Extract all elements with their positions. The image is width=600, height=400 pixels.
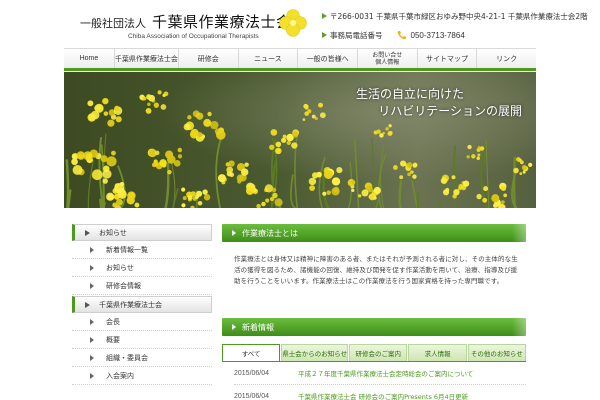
sidebar-heading-label: お知らせ [99, 228, 127, 237]
sidebar-item-label: 概要 [106, 335, 120, 344]
nav-item-contact[interactable]: お問い合せ 個人情報 [358, 49, 418, 68]
news-link[interactable]: 平成２７年度千葉県作業療法士会定時総会のご案内について [298, 368, 473, 378]
tab-all[interactable]: すべて [222, 344, 281, 361]
arrow-right-icon [90, 373, 94, 379]
clover-logo-icon[interactable] [278, 8, 308, 38]
news-date: 2015/06/04 [234, 369, 270, 377]
page: 一般社団法人 千葉県作業療法士会 Chiba Association of Oc… [64, 0, 588, 400]
heading-arrow-icon [232, 324, 236, 330]
nav-item-public[interactable]: 一般の皆様へ [298, 49, 358, 68]
about-description: 作業療法とは身体又は精神に障害のある者、またはそれが予測される者に対し、その主体… [234, 255, 518, 285]
heading-arrow-icon [85, 302, 90, 308]
address-text: 〒266-0031 千葉県千葉市緑区おゆみ野中央4-21-1 千葉県作業療法士会… [330, 11, 588, 21]
nav-contact-line1: お問い合せ [372, 51, 403, 59]
hero-banner: 生活の自立に向けた リハビリテーションの展開 [64, 72, 536, 208]
global-nav: Home 千葉県作業療法士会 研修会 ニュース 一般の皆様へ お問い合せ 個人情… [64, 48, 536, 71]
arrow-right-icon [90, 247, 94, 253]
hero-line2: リハビリテーションの展開 [378, 104, 522, 118]
section-heading-news: 新着情報 [222, 318, 526, 336]
arrow-right-icon [90, 265, 94, 271]
phone-icon [397, 31, 406, 40]
tab-other[interactable]: その他のお知らせ [467, 344, 526, 361]
sidebar-heading-label: 千葉県作業療法士会 [99, 300, 162, 309]
nav-item-association[interactable]: 千葉県作業療法士会 [115, 49, 179, 68]
nav-item-seminars[interactable]: 研修会 [179, 49, 239, 68]
heading-arrow-icon [85, 230, 90, 236]
sidebar-item-seminar-info[interactable]: 研修会情報 [72, 277, 212, 295]
news-link[interactable]: 千葉県作業療法士会 研修会のご案内Presents 6月4日更新 [298, 391, 468, 400]
arrow-right-icon [90, 319, 94, 325]
nav-item-links[interactable]: リンク [477, 49, 536, 68]
org-branding[interactable]: 一般社団法人 千葉県作業療法士会 Chiba Association of Oc… [80, 11, 292, 40]
arrow-right-icon [90, 283, 94, 289]
list-item: 2015/06/04 平成２７年度千葉県作業療法士会定時総会のご案内について [234, 362, 526, 385]
tab-seminars[interactable]: 研修会のご案内 [349, 344, 408, 361]
sidebar-heading-news: お知らせ [72, 224, 212, 241]
news-tabs: すべて 県士会からのお知らせ 研修会のご案内 求人情報 その他のお知らせ [222, 344, 526, 362]
section-heading-about: 作業療法士とは [222, 224, 526, 242]
org-name: 千葉県作業療法士会 [152, 13, 292, 31]
tab-jobs[interactable]: 求人情報 [408, 344, 467, 361]
sidebar-list-association: 会長 概要 組織・委員会 入会案内 [72, 313, 212, 385]
nav-contact-line2: 個人情報 [375, 58, 400, 66]
sidebar-item-overview[interactable]: 概要 [72, 331, 212, 349]
org-name-english: Chiba Association of Occupational Therap… [128, 33, 259, 40]
contact-info: 〒266-0031 千葉県千葉市緑区おゆみ野中央4-21-1 千葉県作業療法士会… [322, 10, 588, 41]
sidebar-item-notices[interactable]: お知らせ [72, 259, 212, 277]
nav-item-sitemap[interactable]: サイトマップ [418, 49, 478, 68]
list-item: 2015/06/04 千葉県作業療法士会 研修会のご案内Presents 6月4… [234, 385, 526, 400]
sidebar: お知らせ 新着情報一覧 お知らせ 研修会情報 千葉県作業療法士会 会長 概要 組… [72, 224, 212, 385]
heading-arrow-icon [232, 230, 236, 236]
section-heading-label: 作業療法士とは [242, 228, 298, 238]
sidebar-item-label: 研修会情報 [106, 281, 141, 290]
org-prefix: 一般社団法人 [80, 17, 146, 30]
address-row: 〒266-0031 千葉県千葉市緑区おゆみ野中央4-21-1 千葉県作業療法士会… [322, 10, 588, 22]
arrow-right-icon [90, 337, 94, 343]
sidebar-item-label: 組織・委員会 [106, 353, 148, 362]
section-heading-label: 新着情報 [242, 322, 274, 332]
tel-number[interactable]: 050-3713-7864 [411, 31, 465, 40]
sidebar-item-label: お知らせ [106, 263, 134, 272]
sidebar-item-president[interactable]: 会長 [72, 313, 212, 331]
news-list: 2015/06/04 平成２７年度千葉県作業療法士会定時総会のご案内について 2… [222, 362, 526, 400]
tab-association-notices[interactable]: 県士会からのお知らせ [281, 344, 349, 361]
sidebar-item-label: 会長 [106, 317, 120, 326]
sidebar-item-organization[interactable]: 組織・委員会 [72, 349, 212, 367]
news-date: 2015/06/04 [234, 392, 270, 400]
bullet-arrow-icon [322, 32, 327, 38]
tel-row: 事務局電話番号 050-3713-7864 [322, 29, 588, 41]
sidebar-item-label: 新着情報一覧 [106, 245, 148, 254]
sidebar-list-news: 新着情報一覧 お知らせ 研修会情報 [72, 241, 212, 295]
hero-caption: 生活の自立に向けた リハビリテーションの展開 [356, 86, 522, 120]
bullet-arrow-icon [322, 13, 327, 19]
main-content: 作業療法士とは 作業療法とは身体又は精神に障害のある者、またはそれが予測される者… [222, 224, 526, 400]
nav-item-news[interactable]: ニュース [239, 49, 299, 68]
sidebar-item-label: 入会案内 [106, 371, 134, 380]
sidebar-item-membership[interactable]: 入会案内 [72, 367, 212, 385]
sidebar-heading-association: 千葉県作業療法士会 [72, 296, 212, 313]
arrow-right-icon [90, 355, 94, 361]
nav-item-home[interactable]: Home [64, 49, 115, 68]
site-header: 一般社団法人 千葉県作業療法士会 Chiba Association of Oc… [64, 0, 588, 48]
sidebar-item-news-list[interactable]: 新着情報一覧 [72, 241, 212, 259]
hero-line1: 生活の自立に向けた [355, 87, 464, 101]
office-label: 事務局電話番号 [330, 30, 383, 40]
